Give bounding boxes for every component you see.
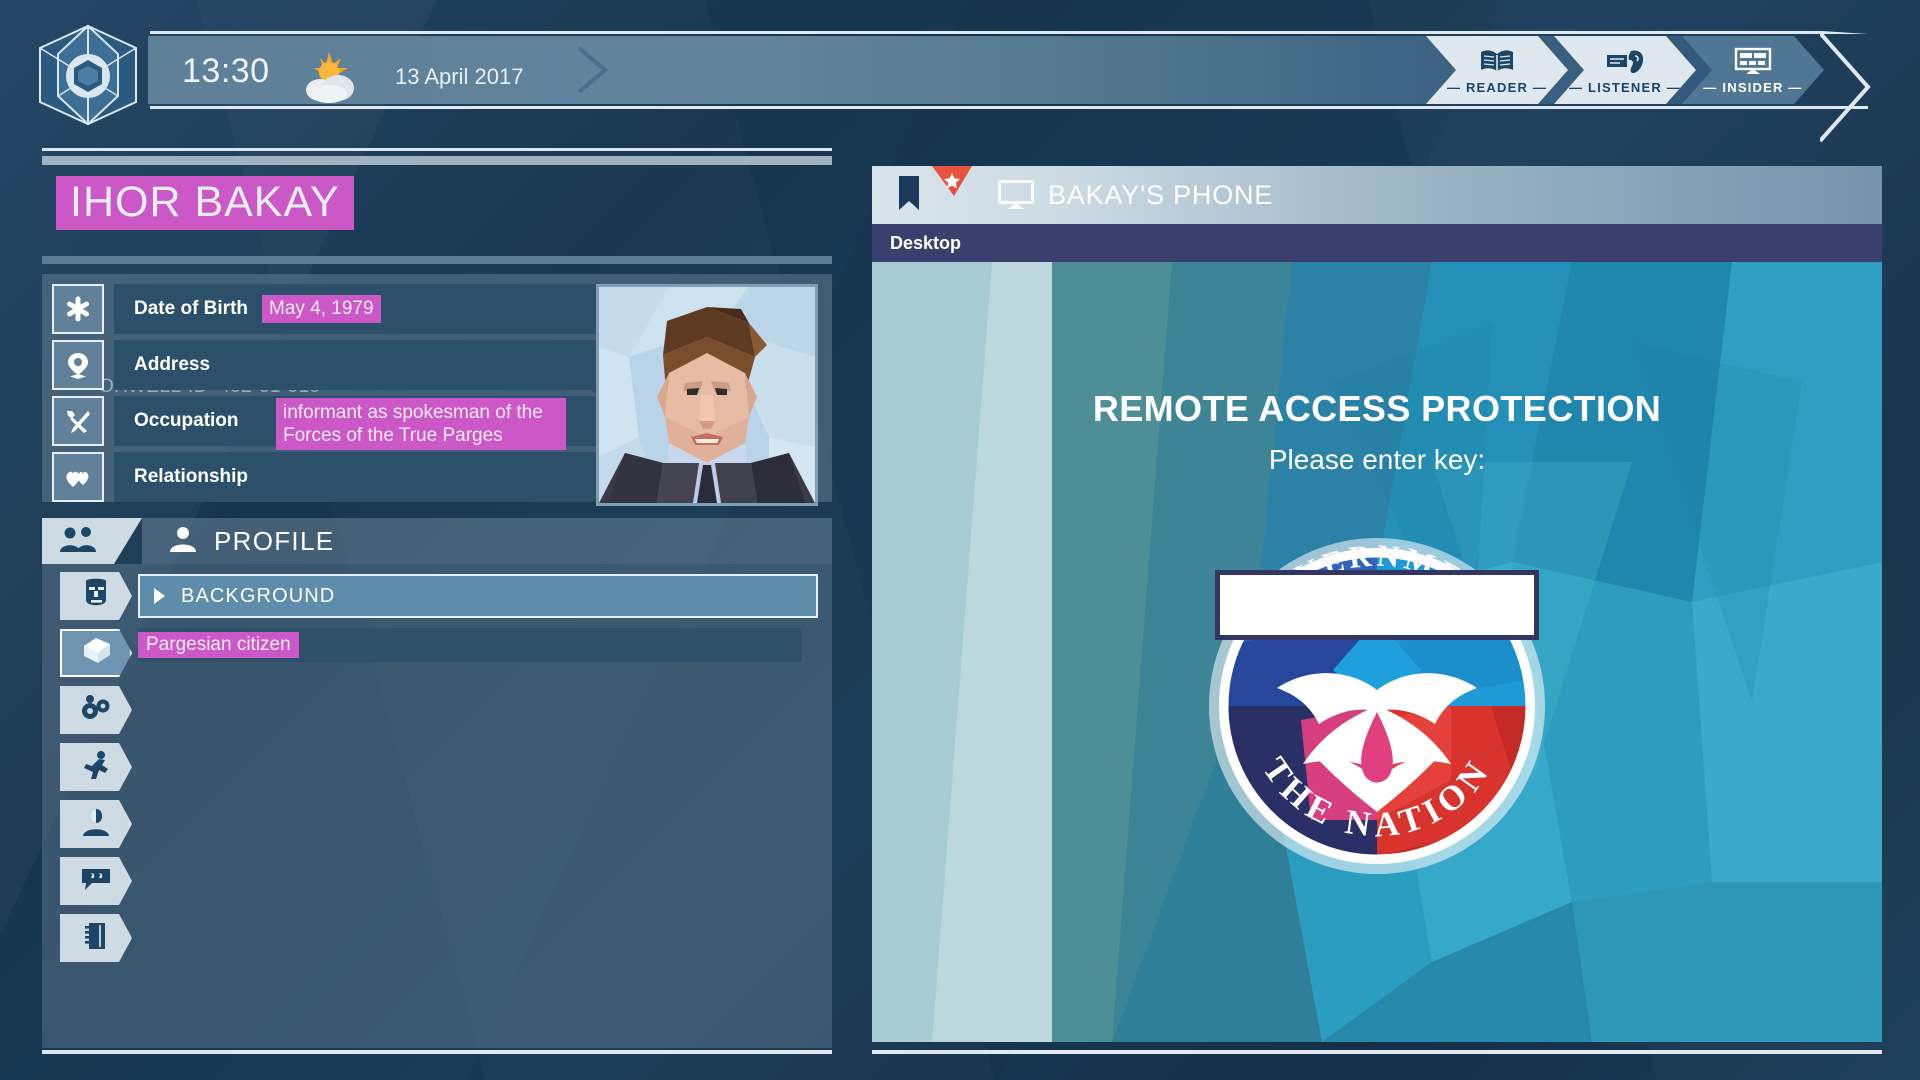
profile-panel: PROFILE: [42, 518, 832, 1048]
device-panel-bottom-rule: [872, 1050, 1882, 1054]
person-panel: IHOR BAKAY ORWELL-ID 452-31-513: [42, 148, 832, 1054]
list-item[interactable]: Pargesian citizen: [138, 628, 802, 662]
face-icon: [81, 578, 111, 615]
panel-footer-rule: [42, 1050, 832, 1054]
info-value-dob[interactable]: May 4, 1979: [262, 295, 381, 322]
device-subbar-label: Desktop: [890, 233, 961, 254]
panel-rule-thick: [42, 156, 832, 165]
orwell-app-window: 13:30 13 April 2017: [0, 0, 1920, 1080]
portrait-lowpoly: [599, 287, 815, 503]
info-label-address: Address: [134, 354, 210, 376]
device-screen: REMOTE ACCESS PROTECTION Please enter ke…: [872, 262, 1882, 1042]
profile-title-bar: PROFILE: [142, 518, 832, 564]
nav-tab-reader[interactable]: — READER —: [1426, 36, 1568, 104]
device-title-bar: BAKAY'S PHONE: [872, 166, 1882, 224]
device-panel: BAKAY'S PHONE Desktop: [872, 166, 1882, 1054]
clock: 13:30: [182, 52, 270, 91]
profile-title: PROFILE: [214, 526, 334, 557]
side-icon-notes[interactable]: [60, 914, 132, 962]
info-row-occupation: Occupation informant as spokesman of the…: [52, 396, 598, 446]
red-star-flag-icon: [932, 166, 976, 209]
panel-rule-thin: [42, 148, 832, 151]
info-label-occupation: Occupation: [134, 410, 239, 432]
chevron-right-icon: [575, 44, 611, 96]
info-value-occupation[interactable]: informant as spokesman of the Forces of …: [276, 398, 566, 450]
monitor-icon: [998, 180, 1034, 210]
info-label-relationship: Relationship: [134, 466, 248, 488]
device-sub-bar: Desktop: [872, 224, 1882, 262]
side-icon-face[interactable]: [60, 572, 132, 620]
screen-headline: REMOTE ACCESS PROTECTION: [872, 388, 1882, 430]
side-icon-activity[interactable]: [60, 743, 132, 791]
top-bar-rule-bottom: [150, 106, 1868, 109]
person-profile-icon: [81, 807, 111, 842]
nav-tab-listener[interactable]: — LISTENER —: [1554, 36, 1696, 104]
info-row-dob: Date of Birth May 4, 1979: [52, 284, 598, 334]
monitor-icon: [1734, 46, 1772, 76]
fact-chip[interactable]: Pargesian citizen: [138, 632, 299, 658]
key-input[interactable]: [1215, 570, 1539, 640]
person-icon: [168, 525, 198, 558]
gears-icon: [79, 694, 113, 727]
info-body-relationship: Relationship: [114, 452, 598, 502]
nav-tab-insider[interactable]: — INSIDER —: [1682, 36, 1824, 104]
section-header-label: BACKGROUND: [181, 585, 335, 608]
panel-rule-mid: [42, 256, 832, 264]
section-header-background[interactable]: BACKGROUND: [138, 574, 818, 618]
bookmark-button[interactable]: [872, 166, 976, 224]
quote-bubble-icon: [80, 866, 112, 897]
orwell-logo-icon[interactable]: [36, 24, 140, 126]
map-pin-icon: [52, 340, 104, 390]
side-icon-background[interactable]: [60, 629, 132, 677]
open-book-icon: [1479, 46, 1515, 76]
bookmark-icon: [896, 174, 922, 217]
info-row-relationship: Relationship: [52, 452, 598, 502]
ear-listening-icon: [1605, 46, 1645, 76]
profile-side-icons: [42, 564, 138, 971]
two-people-icon: [58, 525, 98, 558]
caret-right-icon: [154, 588, 165, 604]
avatar[interactable]: [596, 284, 818, 506]
info-body-address: Address: [114, 340, 598, 390]
sun-behind-cloud-icon: [296, 50, 362, 104]
nav-tabs: — READER — — LISTENER —: [1440, 36, 1824, 104]
nav-tab-reader-label: — READER —: [1447, 80, 1547, 95]
notebook-icon: [83, 921, 109, 956]
top-bar: 13:30 13 April 2017: [0, 14, 1920, 124]
person-info-card: Date of Birth May 4, 1979 Address: [42, 274, 832, 502]
nav-tab-listener-label: — LISTENER —: [1569, 80, 1681, 95]
running-person-icon: [81, 750, 111, 785]
top-bar-right-chevron: [1820, 31, 1880, 143]
profile-body: BACKGROUND Pargesian citizen: [42, 564, 832, 1048]
asterisk-icon: [52, 284, 104, 334]
book-icon: [80, 636, 112, 671]
profile-tab-row: PROFILE: [42, 518, 832, 564]
date-text: 13 April 2017: [395, 64, 523, 90]
device-title: BAKAY'S PHONE: [1048, 180, 1273, 211]
person-info-rows: Date of Birth May 4, 1979 Address: [52, 284, 598, 508]
side-icon-traits[interactable]: [60, 686, 132, 734]
tools-icon: [52, 396, 104, 446]
top-bar-rule-top: [150, 31, 1868, 34]
info-body-dob: Date of Birth May 4, 1979: [114, 284, 598, 334]
info-label-dob: Date of Birth: [134, 298, 248, 320]
page-title: IHOR BAKAY: [56, 176, 354, 230]
screen-subtitle: Please enter key:: [872, 444, 1882, 476]
profile-content: BACKGROUND Pargesian citizen: [138, 574, 818, 662]
tab-contacts[interactable]: [42, 518, 142, 564]
side-icon-relations[interactable]: [60, 800, 132, 848]
info-row-address: Address: [52, 340, 598, 390]
side-icon-quotes[interactable]: [60, 857, 132, 905]
two-hearts-icon: [52, 452, 104, 502]
nav-tab-insider-label: — INSIDER —: [1703, 80, 1802, 95]
info-body-occupation: Occupation informant as spokesman of the…: [114, 396, 598, 446]
